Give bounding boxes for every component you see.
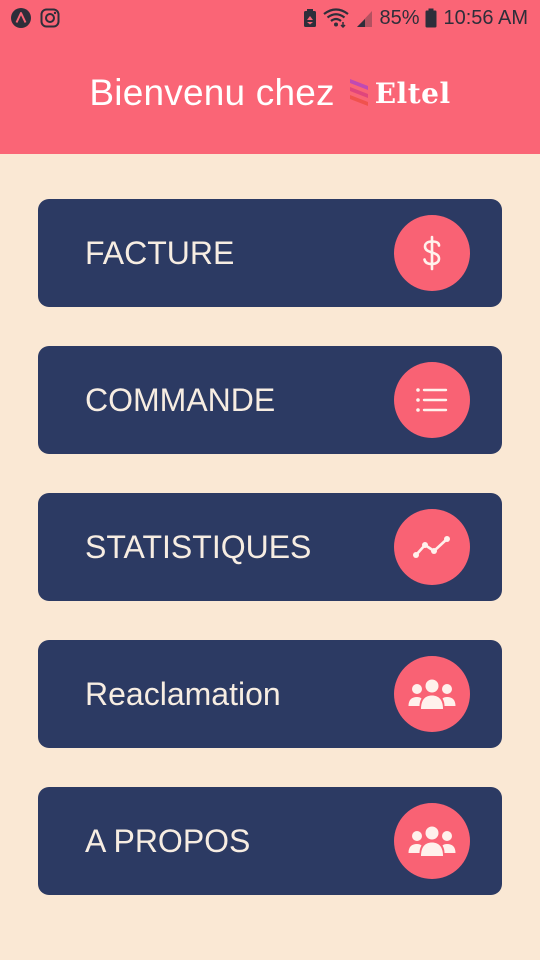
- dollar-icon: [394, 215, 470, 291]
- users-icon: [394, 803, 470, 879]
- menu-item-reaclamation[interactable]: Reaclamation: [38, 640, 502, 748]
- welcome-text: Bienvenu chez: [89, 72, 335, 113]
- menu-item-statistiques[interactable]: STATISTIQUES: [38, 493, 502, 601]
- list-icon: [394, 362, 470, 438]
- menu-item-facture[interactable]: FACTURE: [38, 199, 502, 307]
- app-notification-icon: [10, 7, 32, 29]
- menu-item-label: COMMANDE: [85, 381, 276, 418]
- status-bar-right: 85% 10:56 AM: [303, 7, 528, 30]
- status-bar: 85% 10:56 AM: [0, 0, 540, 36]
- menu-item-label: FACTURE: [85, 234, 235, 271]
- status-bar-left: [10, 7, 60, 29]
- battery-saver-icon: [303, 8, 317, 28]
- instagram-icon: [40, 8, 60, 28]
- menu-item-label: STATISTIQUES: [85, 528, 312, 565]
- main-menu: FACTURE COMMANDE STATISTIQUES Reaclamati…: [38, 199, 502, 934]
- trend-line-icon: [394, 509, 470, 585]
- brand-logo: Eltel: [347, 76, 451, 110]
- app-header: Bienvenu chez Eltel: [0, 36, 540, 154]
- wifi-icon: [323, 8, 350, 28]
- menu-item-commande[interactable]: COMMANDE: [38, 346, 502, 454]
- menu-item-label: Reaclamation: [85, 675, 281, 712]
- menu-item-label: A PROPOS: [85, 822, 251, 859]
- battery-icon: [425, 8, 437, 28]
- menu-item-a-propos[interactable]: A PROPOS: [38, 787, 502, 895]
- clock: 10:56 AM: [443, 6, 528, 29]
- users-icon: [394, 656, 470, 732]
- cellular-signal-icon: [355, 8, 373, 28]
- battery-percent: 85%: [379, 6, 420, 29]
- brand-name: Eltel: [374, 76, 451, 110]
- header-title: Bienvenu chez Eltel: [89, 72, 450, 114]
- brand-mark-icon: [349, 79, 368, 106]
